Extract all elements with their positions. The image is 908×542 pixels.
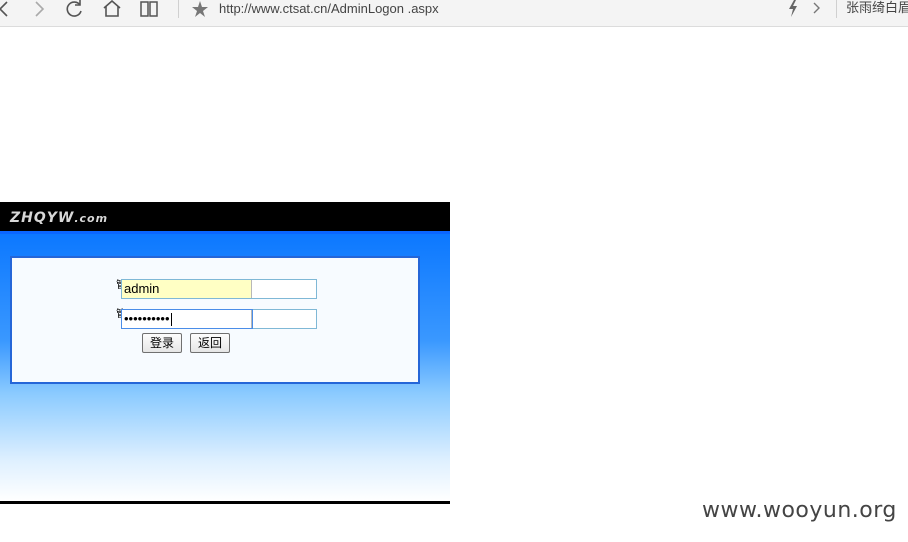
username-field[interactable]: admin (121, 279, 317, 299)
username-input[interactable]: admin (122, 280, 252, 298)
chevron-right-icon[interactable] (812, 0, 822, 18)
reading-mode-icon[interactable] (140, 0, 158, 18)
password-field[interactable]: •••••••••• (121, 309, 317, 329)
reload-icon[interactable] (66, 0, 84, 18)
back-icon[interactable] (0, 0, 11, 18)
watermark: www.wooyun.org (702, 498, 897, 523)
lightning-icon[interactable] (787, 0, 799, 18)
brand-bar: ZHQYW.com (0, 202, 450, 231)
address-bar[interactable]: http://www.ctsat.cn/AdminLogon .aspx (219, 0, 439, 18)
forward-icon[interactable] (32, 0, 46, 18)
login-panel: 管 admin 管 •••••••••• 登录 返回 (10, 256, 420, 384)
browser-toolbar: http://www.ctsat.cn/AdminLogon .aspx 张雨绮… (0, 0, 908, 27)
user-account[interactable]: 张雨绮白眉 (846, 0, 908, 18)
login-frame: ZHQYW.com 管 admin 管 •••••••••• 登录 返回 (0, 202, 450, 504)
text-cursor (170, 313, 172, 327)
star-icon[interactable] (192, 0, 208, 18)
login-button[interactable]: 登录 (142, 333, 182, 353)
home-icon[interactable] (103, 0, 121, 18)
toolbar-divider (836, 0, 837, 18)
password-mask: •••••••••• (124, 311, 170, 326)
back-button[interactable]: 返回 (190, 333, 230, 353)
frame-bottom-border (0, 501, 450, 504)
toolbar-divider (178, 0, 179, 18)
brand-logo: ZHQYW.com (10, 210, 109, 226)
password-input[interactable]: •••••••••• (121, 309, 253, 329)
